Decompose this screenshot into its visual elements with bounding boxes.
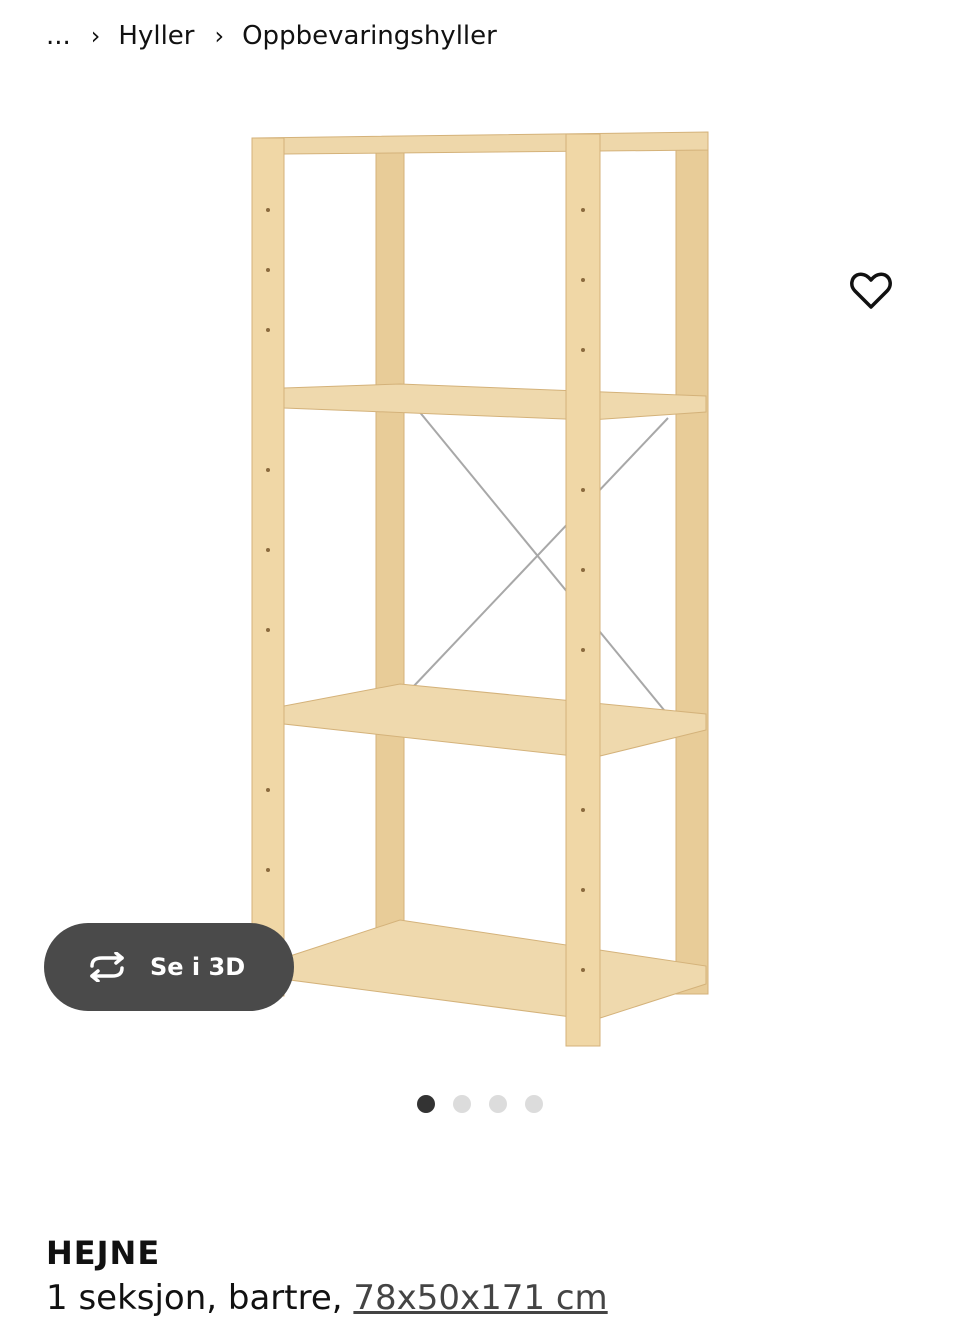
carousel-dot[interactable] (525, 1095, 543, 1113)
product-name: HEJNE (46, 1234, 161, 1272)
carousel-dot[interactable] (489, 1095, 507, 1113)
carousel-pagination (0, 1095, 960, 1115)
product-description-text: 1 seksjon, bartre, (46, 1278, 343, 1318)
breadcrumb: ... › Hyller › Oppbevaringshyller (46, 18, 497, 54)
breadcrumb-item-hyller[interactable]: Hyller (118, 21, 194, 51)
carousel-dot[interactable] (417, 1095, 435, 1113)
view-in-3d-button[interactable]: Se i 3D (44, 923, 294, 1011)
product-description: 1 seksjon, bartre, 78x50x171 cm (46, 1278, 608, 1318)
carousel-dot[interactable] (453, 1095, 471, 1113)
heart-icon (850, 272, 892, 309)
breadcrumb-item-oppbevaringshyller[interactable]: Oppbevaringshyller (242, 21, 497, 51)
favorite-button[interactable] (846, 266, 896, 316)
breadcrumb-ellipsis[interactable]: ... (46, 21, 71, 51)
view-in-3d-label: Se i 3D (150, 953, 246, 981)
chevron-right-icon: › (90, 22, 101, 50)
rotate-3d-icon (90, 952, 124, 982)
product-measurements-link[interactable]: 78x50x171 cm (353, 1278, 607, 1318)
chevron-right-icon: › (214, 22, 225, 50)
